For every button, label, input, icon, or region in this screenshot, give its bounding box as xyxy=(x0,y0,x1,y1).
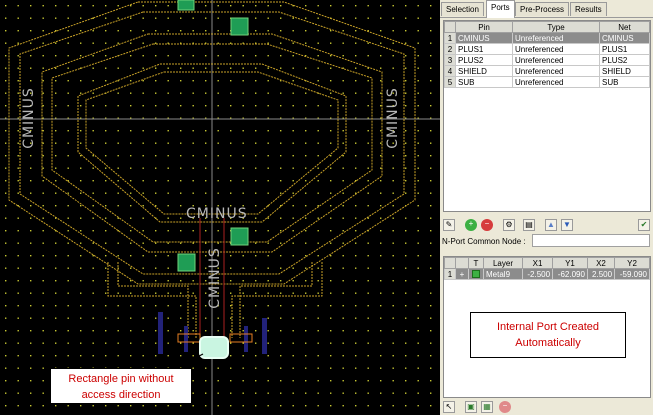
cell-net[interactable]: PLUS1 xyxy=(599,43,650,55)
port-toolbar: ↖ ▣ ▦ − xyxy=(443,401,651,415)
panel-tabs: Selection Ports Pre-Process Results xyxy=(440,0,653,18)
cell-pin[interactable]: SUB xyxy=(455,76,513,88)
col-pin[interactable]: Pin xyxy=(455,21,513,33)
pin-label-cminus-center: CMINUS xyxy=(186,206,248,222)
col-layer[interactable]: Layer xyxy=(483,257,523,269)
cell-pin[interactable]: PLUS2 xyxy=(455,54,513,66)
tab-results[interactable]: Results xyxy=(570,2,607,16)
row-number[interactable]: 3 xyxy=(444,54,456,66)
nport-common-node-label: N-Port Common Node : xyxy=(442,237,526,246)
nport-common-node-input[interactable] xyxy=(532,234,650,247)
cell-layer[interactable]: Metal9 xyxy=(483,268,523,280)
cell-pin[interactable]: SHIELD xyxy=(455,65,513,77)
add-pin-button[interactable]: + xyxy=(465,219,477,231)
tab-pre-process[interactable]: Pre-Process xyxy=(515,2,570,16)
row-number[interactable]: 2 xyxy=(444,43,456,55)
remove-pin-button[interactable]: − xyxy=(481,219,493,231)
col-y2[interactable]: Y2 xyxy=(614,257,650,269)
table-row[interactable]: 1 + Metal9 -2.500 -62.090 2.500 -59.090 xyxy=(444,268,650,280)
pin-properties-button[interactable]: ▤ xyxy=(523,219,535,231)
tab-ports[interactable]: Ports xyxy=(486,0,515,18)
move-down-icon[interactable]: ▼ xyxy=(561,219,573,231)
callout-rectangle-pin: Rectangle pin without access direction xyxy=(50,368,192,404)
cell-net[interactable]: SUB xyxy=(599,76,650,88)
row-number[interactable]: 1 xyxy=(444,268,456,280)
col-type[interactable]: Type xyxy=(512,21,600,33)
rownum-header xyxy=(444,21,456,33)
cell-type[interactable]: Unreferenced xyxy=(512,43,600,55)
remove-port-button[interactable]: − xyxy=(499,401,511,413)
pins-toolbar: ✎ + − ⚙ ▤ ▲ ▼ ✔ xyxy=(443,219,651,233)
tab-selection[interactable]: Selection xyxy=(441,2,484,16)
cell-x2[interactable]: 2.500 xyxy=(586,268,616,280)
col-net[interactable]: Net xyxy=(599,21,650,33)
cell-type-indicator[interactable] xyxy=(468,268,484,280)
row-number[interactable]: 4 xyxy=(444,65,456,77)
cell-x1[interactable]: -2.500 xyxy=(521,268,554,280)
edit-port-button[interactable]: ▦ xyxy=(481,401,493,413)
cell-type[interactable]: Unreferenced xyxy=(512,32,600,44)
cell-type[interactable]: Unreferenced xyxy=(512,76,600,88)
table-row[interactable]: 2 PLUS1 Unreferenced PLUS1 xyxy=(444,43,650,55)
row-number[interactable]: 1 xyxy=(444,32,456,44)
port-type-icon xyxy=(472,270,480,279)
col-t[interactable]: T xyxy=(468,257,484,269)
select-port-button[interactable]: ↖ xyxy=(443,401,455,413)
cell-net[interactable]: PLUS2 xyxy=(599,54,650,66)
col-x1[interactable]: X1 xyxy=(521,257,554,269)
table-row[interactable]: 4 SHIELD Unreferenced SHIELD xyxy=(444,65,650,77)
col-y1[interactable]: Y1 xyxy=(552,257,588,269)
edit-pin-button[interactable]: ✎ xyxy=(443,219,455,231)
cell-net[interactable]: SHIELD xyxy=(599,65,650,77)
cell-pin[interactable]: CMINUS xyxy=(455,32,513,44)
expand-icon[interactable]: + xyxy=(455,268,469,280)
callout-internal-port: Internal Port Created Automatically xyxy=(470,312,626,358)
apply-check-icon[interactable]: ✔ xyxy=(638,219,650,231)
pins-table[interactable]: Pin Type Net 1 CMINUS Unreferenced CMINUS 2 P… xyxy=(443,20,651,212)
col-expand xyxy=(455,257,469,269)
table-row[interactable]: 1 CMINUS Unreferenced CMINUS xyxy=(444,32,650,44)
add-port-button[interactable]: ▣ xyxy=(465,401,477,413)
table-row[interactable]: 3 PLUS2 Unreferenced PLUS2 xyxy=(444,54,650,66)
cell-type[interactable]: Unreferenced xyxy=(512,65,600,77)
col-x2[interactable]: X2 xyxy=(586,257,616,269)
pin-label-cminus-right: CMINUS xyxy=(384,87,401,149)
cell-type[interactable]: Unreferenced xyxy=(512,54,600,66)
auto-pin-button[interactable]: ⚙ xyxy=(503,219,515,231)
pin-label-cminus-vertical: CMINUS xyxy=(206,247,223,309)
table-row[interactable]: 5 SUB Unreferenced SUB xyxy=(444,76,650,88)
cell-net[interactable]: CMINUS xyxy=(599,32,650,44)
rectangle-pin[interactable] xyxy=(199,336,229,359)
pin-label-cminus-left: CMINUS xyxy=(20,87,37,149)
rownum-header xyxy=(444,257,456,269)
row-number[interactable]: 5 xyxy=(444,76,456,88)
layout-canvas[interactable]: CMINUS CMINUS CMINUS CMINUS Rectangle pi… xyxy=(0,0,440,415)
move-up-icon[interactable]: ▲ xyxy=(545,219,557,231)
cell-pin[interactable]: PLUS1 xyxy=(455,43,513,55)
cell-y2[interactable]: -59.090 xyxy=(614,268,650,280)
cell-y1[interactable]: -62.090 xyxy=(552,268,588,280)
